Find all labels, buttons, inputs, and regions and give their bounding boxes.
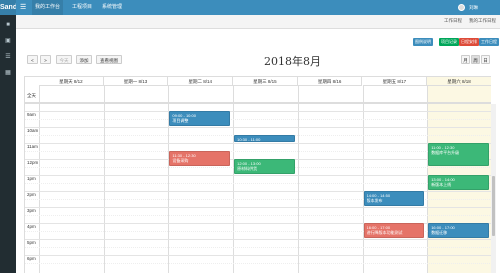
- nav-item-projects[interactable]: 工程项目: [72, 0, 92, 15]
- half-hour-gridline: [25, 183, 491, 184]
- hour-gridline: [25, 239, 491, 240]
- calendar-icon[interactable]: ▦: [4, 70, 12, 76]
- add-button[interactable]: 添加: [76, 55, 92, 64]
- hour-gridline: [25, 143, 491, 144]
- hour-gridline: [25, 127, 491, 128]
- hour-label: 3pm: [27, 208, 36, 213]
- calendar-event[interactable]: 14:00 - 14:50 版本发布: [363, 191, 425, 206]
- day-column-divider: [103, 86, 105, 273]
- day-header[interactable]: 星期六 8/18: [427, 77, 491, 86]
- view-day-button[interactable]: 日: [481, 55, 490, 64]
- hour-label: 10am: [27, 128, 39, 133]
- event-title: 版本发布: [366, 198, 383, 203]
- view-month-button[interactable]: 月: [461, 55, 470, 64]
- tab-schedule[interactable]: 工作日程: [444, 18, 462, 24]
- hour-gridline: [25, 255, 491, 256]
- event-title: 设备采购: [172, 158, 189, 163]
- event-time: 10:30 - 11:00: [237, 137, 261, 142]
- hour-gridline: [25, 207, 491, 208]
- calendar-event[interactable]: 11:30 - 12:30 设备采购: [169, 151, 231, 166]
- hour-label: 9am: [27, 112, 36, 117]
- scrollbar-thumb[interactable]: [492, 176, 495, 236]
- work-schedule-button[interactable]: 工作日程: [479, 38, 499, 46]
- hamburger-icon[interactable]: ☰: [20, 0, 26, 15]
- event-title: 数据库平台升级: [431, 150, 460, 155]
- event-title: 数据迁移: [431, 230, 448, 235]
- hour-label: 11am: [27, 144, 38, 149]
- calendar-title: 2018年8月: [264, 55, 321, 68]
- today-button[interactable]: 今天: [56, 55, 72, 64]
- nav-item-workbench[interactable]: 我的工作台: [32, 0, 64, 15]
- calendar-event[interactable]: 16:00 - 17:00 数据迁移: [428, 223, 489, 238]
- dashboard-icon[interactable]: ■: [4, 22, 12, 28]
- day-header[interactable]: 星期一 8/13: [103, 77, 169, 86]
- tab-my-schedule[interactable]: 我的工作日程: [469, 18, 496, 24]
- calendar-toolbar: < > 今天 添加 查看视图 2018年8月 月 周 日: [24, 55, 496, 68]
- allday-label: 全天: [27, 93, 36, 98]
- calendar-event[interactable]: 11:00 - 12:30 数据库平台升级: [428, 143, 489, 166]
- event-title: 原材料供货: [237, 166, 258, 171]
- top-navbar: Sand ☰ 我的工作台 工程项目 系统管理 刘琳: [0, 0, 500, 15]
- day-header[interactable]: 星期二 8/14: [168, 77, 234, 86]
- action-bar: 图例说明 项目记录 日程安排 工作日程: [16, 38, 500, 48]
- hour-gridline: [25, 175, 491, 176]
- project-log-button[interactable]: 项目记录: [439, 38, 459, 46]
- calendar-event[interactable]: 12:00 - 13:00 原材料供货: [234, 159, 295, 174]
- half-hour-gridline: [25, 151, 491, 152]
- day-header[interactable]: 星期四 8/16: [297, 77, 363, 86]
- day-column-divider: [297, 86, 299, 273]
- list-icon[interactable]: ☰: [4, 54, 12, 60]
- day-header[interactable]: 星期五 8/17: [362, 77, 428, 86]
- hour-label: 12pm: [27, 160, 39, 165]
- day-column-divider: [362, 86, 364, 273]
- day-column-divider: [39, 86, 40, 273]
- hour-label: 2pm: [27, 192, 36, 197]
- legend-button[interactable]: 图例说明: [413, 38, 433, 46]
- calendar-event[interactable]: 13:00 - 14:00 新版本上线: [428, 175, 489, 190]
- folder-icon[interactable]: ▣: [4, 38, 12, 44]
- hour-label: 6pm: [27, 256, 36, 261]
- schedule-button[interactable]: 日程安排: [459, 38, 479, 46]
- next-button[interactable]: >: [40, 55, 51, 64]
- hour-label: 4pm: [27, 224, 36, 229]
- week-calendar: 全天 星期天 8/12 星期一 8/13 星期二 8/14 星期三 8/15 星期四 8…: [24, 76, 491, 273]
- avatar[interactable]: [458, 4, 465, 11]
- hour-label: 5pm: [27, 240, 36, 245]
- view-week-button[interactable]: 周: [471, 55, 480, 64]
- half-hour-gridline: [25, 247, 491, 248]
- sidebar: ■ ▣ ☰ ▦: [0, 15, 16, 273]
- calendar-event[interactable]: 10:30 - 11:00工程本周例会: [234, 135, 295, 142]
- nav-item-system[interactable]: 系统管理: [102, 0, 122, 15]
- event-title: 新版本上线: [431, 182, 452, 187]
- view-list-button[interactable]: 查看视图: [96, 55, 122, 64]
- allday-divider: [25, 102, 491, 104]
- prev-button[interactable]: <: [27, 55, 38, 64]
- half-hour-gridline: [25, 215, 491, 216]
- event-title: 项目调整: [172, 118, 189, 123]
- app-logo[interactable]: Sand: [0, 0, 16, 15]
- tab-bar: 工作日程 我的工作日程: [16, 15, 500, 29]
- calendar-event[interactable]: 16:00 - 17:00 进行降版本功能测试: [363, 223, 425, 238]
- half-hour-gridline: [25, 119, 491, 120]
- hour-gridline: [25, 111, 491, 112]
- day-header[interactable]: 星期三 8/15: [233, 77, 298, 86]
- day-header[interactable]: 星期天 8/12: [39, 77, 104, 86]
- half-hour-gridline: [25, 263, 491, 264]
- hour-label: 1pm: [27, 176, 36, 181]
- day-column-divider: [233, 86, 235, 273]
- event-title: 进行降版本功能测试: [366, 230, 403, 235]
- calendar-event[interactable]: 09:00 - 10:00 项目调整: [169, 111, 231, 126]
- user-name[interactable]: 刘琳: [469, 0, 478, 15]
